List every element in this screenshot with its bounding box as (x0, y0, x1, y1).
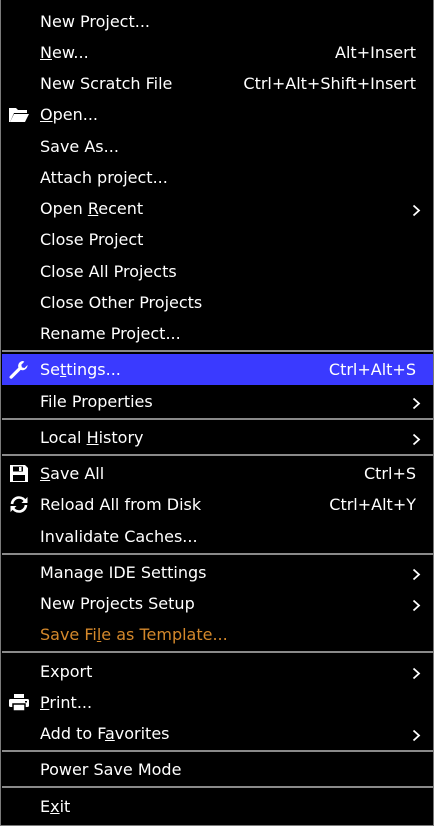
menu-item-label: Close Other Projects (40, 293, 203, 312)
menu-item-close-project[interactable]: Close Project (2, 224, 433, 255)
open-folder-icon (8, 105, 30, 124)
chevron-right-icon (412, 202, 421, 217)
menu-item-label: Reload All from Disk (40, 495, 202, 514)
menu-item-label: Settings... (40, 360, 121, 379)
menu-item-close-other-projects[interactable]: Close Other Projects (2, 287, 433, 318)
menu-separator (2, 750, 433, 752)
menu-item-new-scratch-file[interactable]: New Scratch File Ctrl+Alt+Shift+Insert (2, 68, 433, 99)
menu-item-label: New... (40, 43, 89, 62)
menu-separator (2, 418, 433, 420)
menu-item-attach-project[interactable]: Attach project... (2, 162, 433, 193)
menu-item-label: File Properties (40, 392, 153, 411)
menu-item-label: Power Save Mode (40, 760, 182, 779)
menu-separator (2, 454, 433, 456)
menu-item-open-recent[interactable]: Open Recent (2, 193, 433, 224)
menu-item-save-all[interactable]: Save All Ctrl+S (2, 458, 433, 489)
menu-item-shortcut: Ctrl+Alt+Shift+Insert (243, 74, 416, 93)
menu-item-open[interactable]: Open... (2, 99, 433, 130)
menu-item-local-history[interactable]: Local History (2, 422, 433, 453)
save-icon (8, 464, 30, 483)
menu-item-invalidate-caches[interactable]: Invalidate Caches... (2, 521, 433, 552)
menu-item-rename-project[interactable]: Rename Project... (2, 318, 433, 349)
menu-item-label: Save All (40, 464, 105, 483)
chevron-right-icon (412, 597, 421, 612)
menu-item-shortcut: Ctrl+Alt+Y (329, 495, 416, 514)
menu-item-label: Rename Project... (40, 324, 181, 343)
menu-item-label: Invalidate Caches... (40, 527, 198, 546)
menu-item-shortcut: Ctrl+Alt+S (328, 360, 416, 379)
menu-item-print[interactable]: Print... (2, 687, 433, 718)
menu-item-label: Save As... (40, 137, 119, 156)
menu-item-settings[interactable]: Settings... Ctrl+Alt+S (2, 354, 433, 385)
menu-item-label: New Project... (40, 12, 150, 31)
menu-item-label: New Projects Setup (40, 594, 195, 613)
menu-item-label: Save File as Template... (40, 625, 228, 644)
menu-item-add-to-favorites[interactable]: Add to Favorites (2, 718, 433, 749)
menu-item-save-file-as-template[interactable]: Save File as Template... (2, 619, 433, 650)
menu-item-new-projects-setup[interactable]: New Projects Setup (2, 588, 433, 619)
menu-separator (2, 786, 433, 788)
menu-item-label: Manage IDE Settings (40, 563, 207, 582)
menu-item-label: Print... (40, 693, 93, 712)
reload-icon (8, 495, 30, 514)
menu-item-shortcut: Alt+Insert (335, 43, 416, 62)
menu-separator (2, 350, 433, 352)
chevron-right-icon (412, 566, 421, 581)
menu-item-export[interactable]: Export (2, 656, 433, 687)
menu-separator (2, 651, 433, 653)
chevron-right-icon (412, 431, 421, 446)
menu-item-exit[interactable]: Exit (2, 791, 433, 822)
menu-item-save-as[interactable]: Save As... (2, 131, 433, 162)
menu-item-label: Exit (40, 797, 71, 816)
menu-item-reload-all-from-disk[interactable]: Reload All from Disk Ctrl+Alt+Y (2, 489, 433, 520)
printer-icon (8, 693, 30, 712)
menu-item-label: Close All Projects (40, 262, 177, 281)
menu-item-label: Open... (40, 105, 98, 124)
menu-item-label: Add to Favorites (40, 724, 170, 743)
menu-item-label: Export (40, 662, 93, 681)
chevron-right-icon (412, 727, 421, 742)
menu-separator (2, 553, 433, 555)
menu-item-label: Local History (40, 428, 144, 447)
menu-item-manage-ide-settings[interactable]: Manage IDE Settings (2, 557, 433, 588)
chevron-right-icon (412, 665, 421, 680)
menu-item-shortcut: Ctrl+S (363, 464, 416, 483)
chevron-right-icon (412, 395, 421, 410)
file-menu: New Project... New... Alt+Insert New Scratc… (0, 0, 434, 826)
menu-item-new[interactable]: New... Alt+Insert (2, 37, 433, 68)
menu-item-new-project[interactable]: New Project... (2, 6, 433, 37)
menu-item-file-properties[interactable]: File Properties (2, 386, 433, 417)
menu-item-power-save-mode[interactable]: Power Save Mode (2, 754, 433, 785)
menu-item-close-all-projects[interactable]: Close All Projects (2, 256, 433, 287)
menu-item-label: New Scratch File (40, 74, 173, 93)
menu-item-label: Attach project... (40, 168, 168, 187)
menu-item-label: Close Project (40, 230, 144, 249)
wrench-icon (8, 360, 30, 379)
menu-item-label: Open Recent (40, 199, 144, 218)
